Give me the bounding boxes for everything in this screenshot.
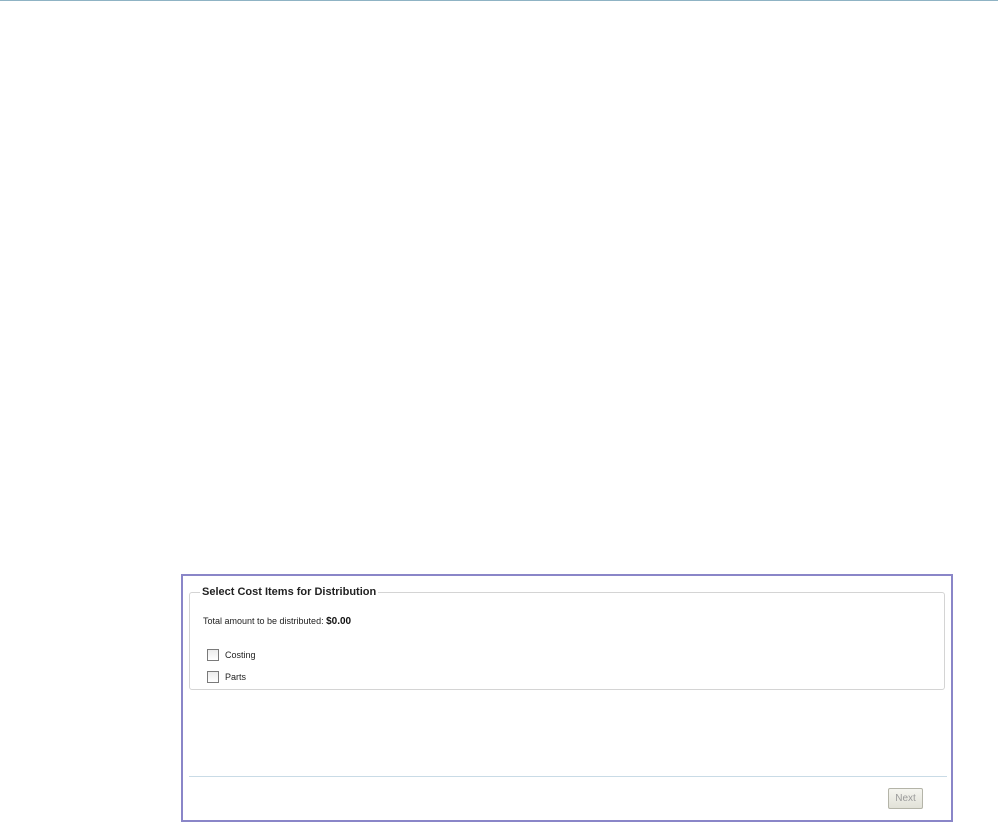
footer-divider (189, 776, 947, 777)
total-amount-label: Total amount to be distributed: (203, 616, 324, 626)
costing-checkbox[interactable] (207, 649, 219, 661)
cost-items-fieldset: Select Cost Items for Distribution Total… (189, 584, 945, 690)
parts-label[interactable]: Parts (225, 671, 246, 683)
top-border-line (0, 0, 998, 1)
distribution-dialog: Select Cost Items for Distribution Total… (181, 574, 953, 822)
cost-item-costing[interactable]: Costing (207, 648, 256, 662)
costing-label[interactable]: Costing (225, 649, 256, 661)
parts-checkbox[interactable] (207, 671, 219, 683)
total-amount-value: $0.00 (326, 616, 352, 627)
next-button[interactable]: Next (888, 788, 923, 809)
cost-item-parts[interactable]: Parts (207, 670, 246, 684)
total-amount-line: Total amount to be distributed: $0.00 (203, 614, 351, 629)
section-title: Select Cost Items for Distribution (200, 584, 379, 600)
